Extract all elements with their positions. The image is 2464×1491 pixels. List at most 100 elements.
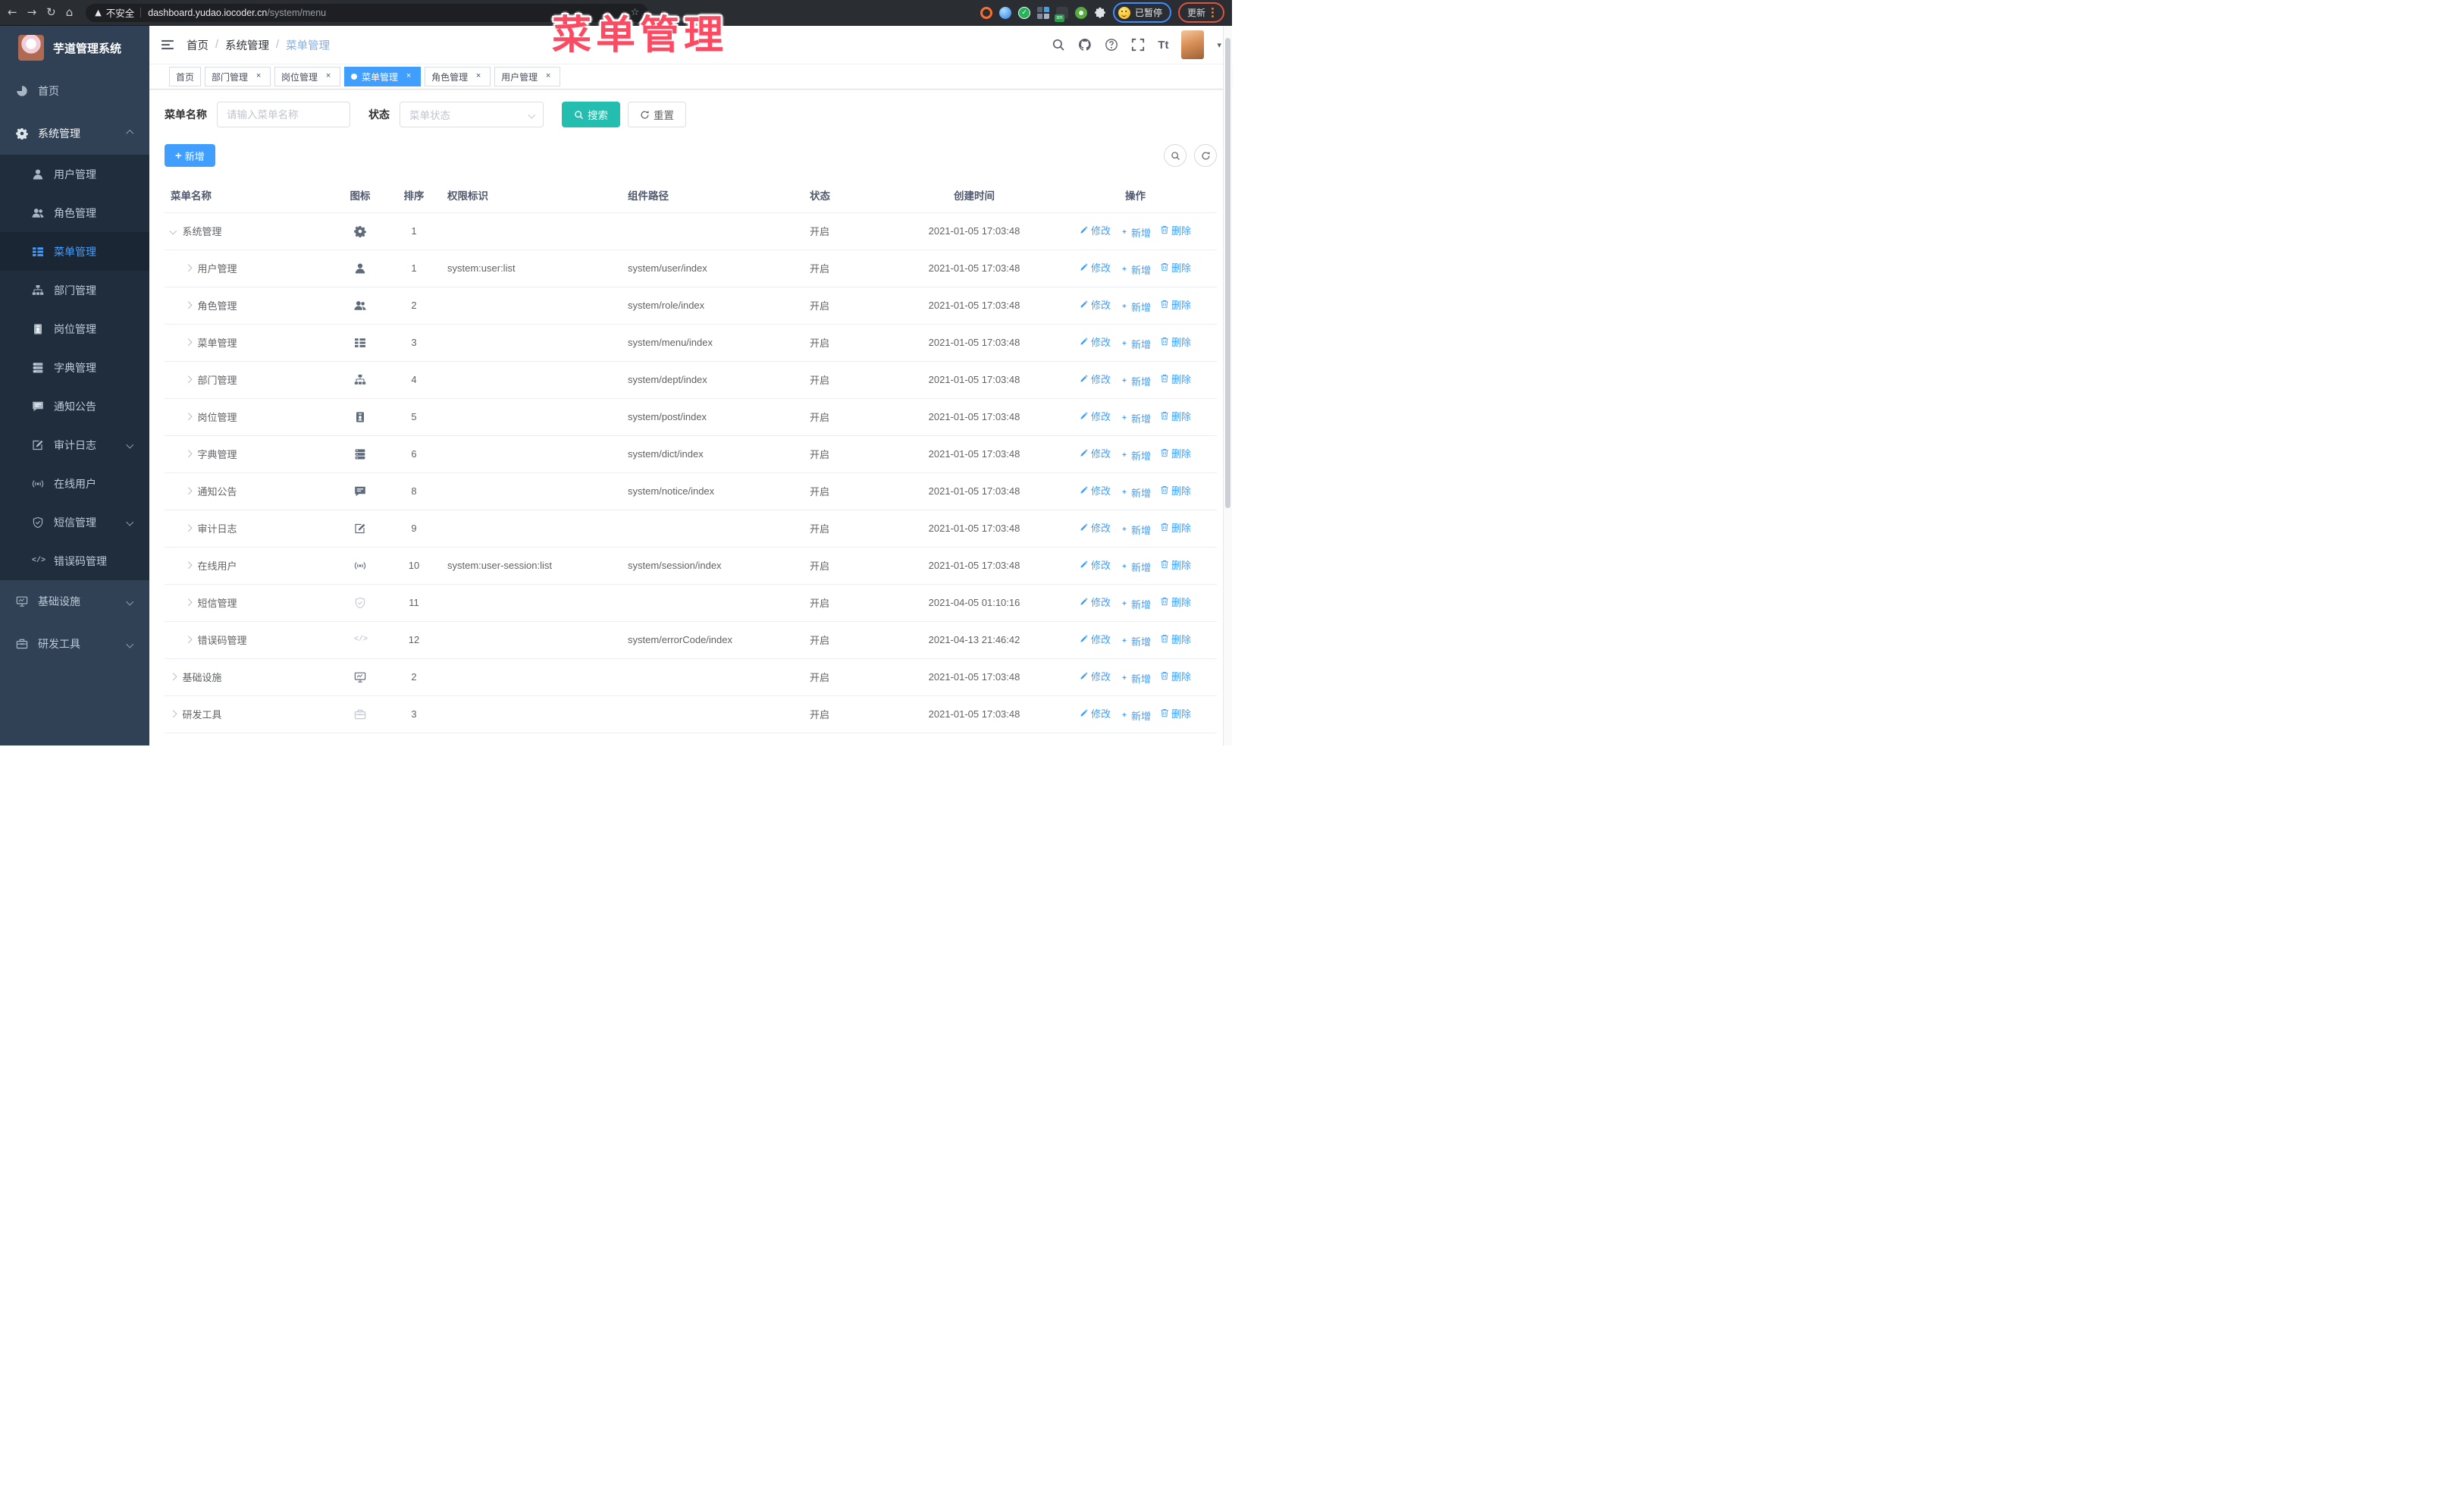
sidebar-item-通知公告[interactable]: 通知公告 xyxy=(0,387,149,425)
sidebar-item-用户管理[interactable]: 用户管理 xyxy=(0,155,149,193)
extension-blue-icon[interactable] xyxy=(998,6,1011,19)
sidebar-item-审计日志[interactable]: 审计日志 xyxy=(0,425,149,464)
edit-link[interactable]: 修改 xyxy=(1080,557,1111,572)
add-link[interactable]: + 新增 xyxy=(1120,597,1151,611)
edit-link[interactable]: 修改 xyxy=(1080,297,1111,312)
delete-link[interactable]: 删除 xyxy=(1160,669,1191,683)
expand-down-icon[interactable] xyxy=(169,227,177,235)
expand-right-icon[interactable] xyxy=(169,673,177,681)
sidebar-item-部门管理[interactable]: 部门管理 xyxy=(0,271,149,309)
sidebar-item-在线用户[interactable]: 在线用户 xyxy=(0,464,149,503)
extensions-puzzle-icon[interactable] xyxy=(1094,7,1106,19)
close-icon[interactable]: × xyxy=(323,71,334,82)
delete-link[interactable]: 删除 xyxy=(1160,632,1191,646)
delete-link[interactable]: 删除 xyxy=(1160,706,1191,720)
add-link[interactable]: + 新增 xyxy=(1120,523,1151,537)
add-button[interactable]: + 新增 xyxy=(165,144,215,167)
edit-link[interactable]: 修改 xyxy=(1080,706,1111,720)
add-link[interactable]: + 新增 xyxy=(1120,560,1151,574)
add-link[interactable]: + 新增 xyxy=(1120,708,1151,723)
sidebar-item-系统管理[interactable]: 系统管理 xyxy=(0,112,149,155)
delete-link[interactable]: 删除 xyxy=(1160,595,1191,609)
tag-部门管理[interactable]: 部门管理 × xyxy=(205,67,271,86)
delete-link[interactable]: 删除 xyxy=(1160,372,1191,386)
edit-link[interactable]: 修改 xyxy=(1080,334,1111,349)
search-button[interactable]: 搜索 xyxy=(562,102,620,127)
edit-link[interactable]: 修改 xyxy=(1080,595,1111,609)
tag-首页[interactable]: 首页 xyxy=(169,67,202,86)
expand-right-icon[interactable] xyxy=(184,413,192,421)
add-link[interactable]: + 新增 xyxy=(1120,337,1151,351)
caret-down-icon[interactable]: ▾ xyxy=(1217,40,1221,50)
expand-right-icon[interactable] xyxy=(184,487,192,495)
edit-link[interactable]: 修改 xyxy=(1080,520,1111,535)
delete-link[interactable]: 删除 xyxy=(1160,223,1191,237)
add-link[interactable]: + 新增 xyxy=(1120,225,1151,240)
edit-link[interactable]: 修改 xyxy=(1080,669,1111,683)
delete-link[interactable]: 删除 xyxy=(1160,260,1191,275)
back-icon[interactable]: ← xyxy=(8,7,17,18)
expand-right-icon[interactable] xyxy=(184,636,192,644)
add-link[interactable]: + 新增 xyxy=(1120,634,1151,648)
sidebar-item-研发工具[interactable]: 研发工具 xyxy=(0,623,149,665)
add-link[interactable]: + 新增 xyxy=(1120,411,1151,425)
expand-right-icon[interactable] xyxy=(184,375,192,384)
delete-link[interactable]: 删除 xyxy=(1160,483,1191,498)
breadcrumb-item-系统管理[interactable]: 系统管理 xyxy=(225,37,269,53)
address-bar[interactable]: ▲ 不安全 dashboard.yudao.iocoder.cn /system… xyxy=(86,3,649,22)
edit-link[interactable]: 修改 xyxy=(1080,260,1111,275)
sidebar-item-错误码管理[interactable]: </> 错误码管理 xyxy=(0,541,149,580)
close-icon[interactable]: × xyxy=(473,71,484,82)
delete-link[interactable]: 删除 xyxy=(1160,520,1191,535)
sidebar-item-字典管理[interactable]: 字典管理 xyxy=(0,348,149,387)
add-link[interactable]: + 新增 xyxy=(1120,262,1151,277)
edit-link[interactable]: 修改 xyxy=(1080,372,1111,386)
expand-right-icon[interactable] xyxy=(184,524,192,532)
edit-link[interactable]: 修改 xyxy=(1080,446,1111,460)
breadcrumb-item-首页[interactable]: 首页 xyxy=(187,37,208,53)
add-link[interactable]: + 新增 xyxy=(1120,485,1151,500)
toggle-search-button[interactable] xyxy=(1164,144,1187,167)
menu-name-input[interactable] xyxy=(217,102,350,127)
add-link[interactable]: + 新增 xyxy=(1120,448,1151,463)
expand-right-icon[interactable] xyxy=(184,598,192,607)
tag-岗位管理[interactable]: 岗位管理 × xyxy=(274,67,341,86)
tag-用户管理[interactable]: 用户管理 × xyxy=(494,67,561,86)
add-link[interactable]: + 新增 xyxy=(1120,300,1151,314)
forward-icon[interactable]: → xyxy=(27,7,37,18)
scrollbar-thumb[interactable] xyxy=(1225,38,1230,508)
close-icon[interactable]: × xyxy=(253,71,264,82)
edit-link[interactable]: 修改 xyxy=(1080,483,1111,498)
fullscreen-icon[interactable] xyxy=(1131,38,1145,52)
help-question-icon[interactable] xyxy=(1105,38,1118,52)
extension-squares-icon[interactable] xyxy=(1036,6,1049,19)
sidebar-item-基础设施[interactable]: 基础设施 xyxy=(0,580,149,623)
sidebar-item-岗位管理[interactable]: 岗位管理 xyxy=(0,309,149,348)
extension-green-check-icon[interactable]: ✓ xyxy=(1017,6,1030,19)
expand-right-icon[interactable] xyxy=(169,710,177,718)
add-link[interactable]: + 新增 xyxy=(1120,374,1151,388)
delete-link[interactable]: 删除 xyxy=(1160,409,1191,423)
reset-button[interactable]: 重置 xyxy=(628,102,686,127)
page-scrollbar[interactable] xyxy=(1223,26,1232,746)
bookmark-star-icon[interactable]: ☆ xyxy=(631,7,640,18)
close-icon[interactable]: × xyxy=(543,71,553,82)
browser-update-chip[interactable]: 更新 xyxy=(1177,2,1224,23)
home-icon[interactable]: ⌂ xyxy=(66,7,74,18)
close-icon[interactable]: × xyxy=(403,71,414,82)
extension-key-icon[interactable] xyxy=(1074,6,1087,19)
edit-link[interactable]: 修改 xyxy=(1080,632,1111,646)
reload-icon[interactable]: ↻ xyxy=(46,7,56,18)
sidebar-item-首页[interactable]: 首页 xyxy=(0,70,149,112)
delete-link[interactable]: 删除 xyxy=(1160,446,1191,460)
status-select[interactable]: 菜单状态 xyxy=(400,102,544,127)
delete-link[interactable]: 删除 xyxy=(1160,557,1191,572)
profile-paused-chip[interactable]: 已暂停 xyxy=(1112,2,1171,23)
sidebar-item-短信管理[interactable]: 短信管理 xyxy=(0,503,149,541)
search-icon[interactable] xyxy=(1052,38,1065,52)
tag-菜单管理[interactable]: 菜单管理 × xyxy=(344,67,422,86)
sidebar-item-菜单管理[interactable]: 菜单管理 xyxy=(0,232,149,271)
expand-right-icon[interactable] xyxy=(184,301,192,309)
github-icon[interactable] xyxy=(1078,38,1092,52)
expand-right-icon[interactable] xyxy=(184,264,192,272)
